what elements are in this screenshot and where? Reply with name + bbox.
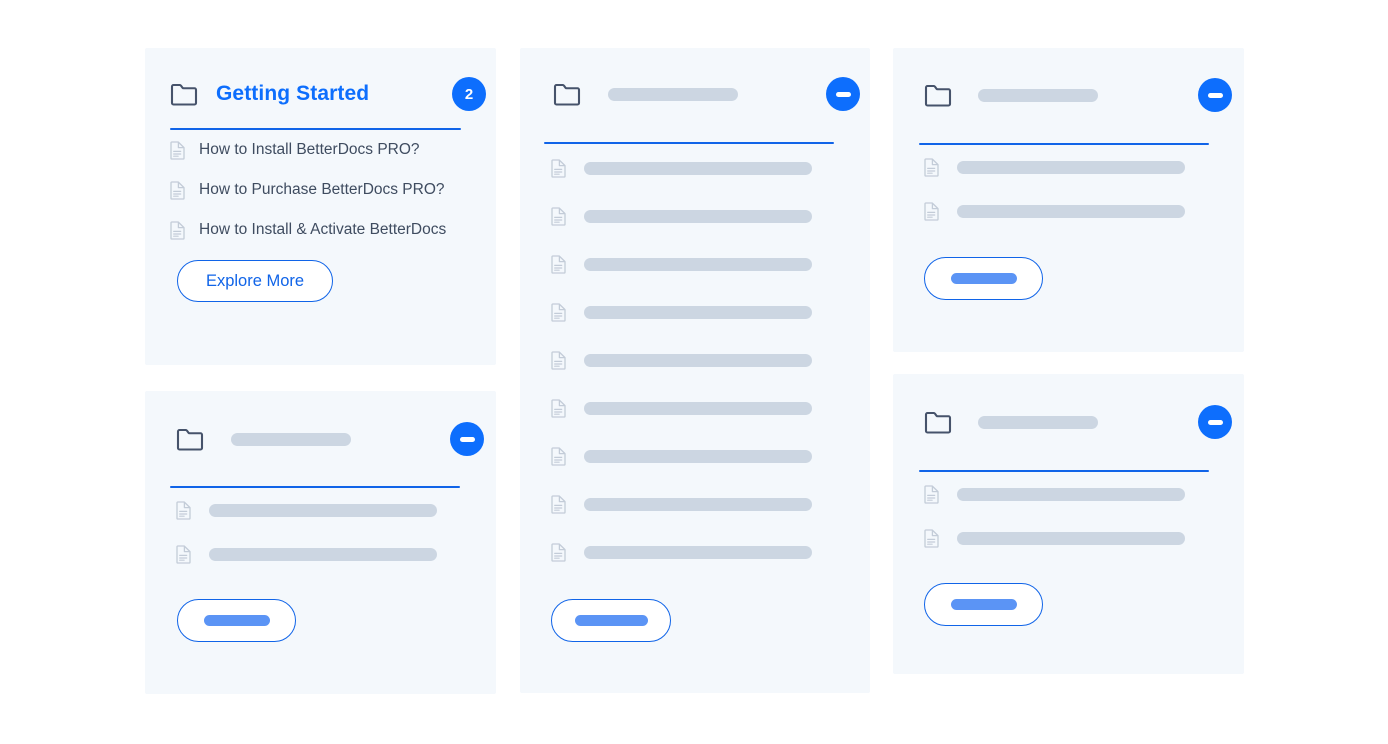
card-header: [924, 73, 1232, 117]
folder-icon: [176, 428, 204, 451]
document-icon: [170, 220, 185, 240]
list-item-skeleton: [584, 497, 812, 511]
explore-more-label: Explore More: [205, 271, 305, 290]
explore-more-label-skeleton: [203, 615, 270, 626]
explore-more-label-skeleton: [574, 615, 648, 626]
list-item[interactable]: [551, 144, 870, 192]
document-icon: [551, 254, 566, 274]
folder-icon: [170, 83, 198, 106]
list-item-skeleton: [957, 160, 1185, 174]
card-title: Getting Started: [216, 82, 370, 105]
list-item-skeleton: [209, 547, 437, 561]
explore-more-button[interactable]: [924, 583, 1043, 626]
list-item[interactable]: [924, 189, 1244, 233]
category-card-placeholder-4[interactable]: [145, 391, 496, 694]
document-icon: [924, 201, 939, 221]
collapse-toggle-button[interactable]: [1198, 405, 1232, 439]
document-icon: [176, 544, 191, 564]
knowledge-base-category-grid: Getting Started 2 How to Install BetterD…: [0, 0, 1388, 744]
category-card-placeholder-5[interactable]: [893, 374, 1244, 674]
explore-more-button[interactable]: [177, 599, 296, 642]
card-title-skeleton: [608, 87, 738, 101]
folder-icon: [924, 84, 952, 107]
document-icon: [551, 158, 566, 178]
list-item[interactable]: [924, 472, 1244, 516]
list-item-skeleton: [584, 545, 812, 559]
list-item[interactable]: How to Install BetterDocs PRO?: [170, 130, 496, 170]
list-item-skeleton: [584, 209, 812, 223]
list-item[interactable]: How to Purchase BetterDocs PRO?: [170, 170, 496, 210]
card-header: [553, 72, 860, 116]
document-icon: [924, 157, 939, 177]
collapse-toggle-button[interactable]: [450, 422, 484, 456]
list-item-skeleton: [584, 161, 812, 175]
list-item[interactable]: [551, 192, 870, 240]
document-icon: [551, 446, 566, 466]
list-item[interactable]: [551, 480, 870, 528]
document-icon: [551, 494, 566, 514]
card-header: [924, 400, 1232, 444]
document-icon: [551, 398, 566, 418]
list-item-skeleton: [584, 305, 812, 319]
list-item[interactable]: [176, 532, 496, 576]
list-item-skeleton: [584, 353, 812, 367]
document-icon: [170, 140, 185, 160]
collapse-toggle-button[interactable]: [826, 77, 860, 111]
document-icon: [924, 528, 939, 548]
list-item[interactable]: [176, 488, 496, 532]
list-item[interactable]: [924, 516, 1244, 560]
list-item[interactable]: [551, 528, 870, 576]
document-icon: [551, 206, 566, 226]
list-item-label: How to Install & Activate BetterDocs: [199, 221, 447, 238]
category-card-placeholder-2[interactable]: [520, 48, 870, 693]
folder-icon: [924, 411, 952, 434]
card-header: [176, 417, 484, 461]
list-item[interactable]: [551, 288, 870, 336]
explore-more-label-skeleton: [950, 599, 1017, 610]
explore-more-label-skeleton: [950, 273, 1017, 284]
card-header: Getting Started 2: [170, 70, 486, 118]
document-icon: [551, 350, 566, 370]
list-item-skeleton: [957, 204, 1185, 218]
list-item[interactable]: [924, 145, 1244, 189]
card-title-skeleton: [231, 432, 351, 446]
document-icon: [924, 484, 939, 504]
card-title-skeleton: [978, 88, 1098, 102]
document-icon: [176, 500, 191, 520]
list-item-skeleton: [209, 503, 437, 517]
explore-more-button[interactable]: Explore More: [177, 260, 333, 302]
collapse-toggle-button[interactable]: [1198, 78, 1232, 112]
document-icon: [551, 302, 566, 322]
status-badge-count[interactable]: 2: [452, 77, 486, 111]
list-item[interactable]: How to Install & Activate BetterDocs: [170, 210, 496, 250]
list-item[interactable]: [551, 240, 870, 288]
category-card-getting-started[interactable]: Getting Started 2 How to Install BetterD…: [145, 48, 496, 365]
list-item-skeleton: [957, 487, 1185, 501]
list-item-label: How to Purchase BetterDocs PRO?: [199, 181, 445, 198]
list-item[interactable]: [551, 336, 870, 384]
list-item-skeleton: [584, 257, 812, 271]
card-title-skeleton: [978, 415, 1098, 429]
document-icon: [170, 180, 185, 200]
list-item-skeleton: [957, 531, 1185, 545]
list-item[interactable]: [551, 384, 870, 432]
list-item-label: How to Install BetterDocs PRO?: [199, 141, 420, 158]
folder-icon: [553, 83, 581, 106]
explore-more-button[interactable]: [924, 257, 1043, 300]
document-icon: [551, 542, 566, 562]
list-item-skeleton: [584, 449, 812, 463]
list-item[interactable]: [551, 432, 870, 480]
explore-more-button[interactable]: [551, 599, 671, 642]
list-item-skeleton: [584, 401, 812, 415]
category-card-placeholder-3[interactable]: [893, 48, 1244, 352]
